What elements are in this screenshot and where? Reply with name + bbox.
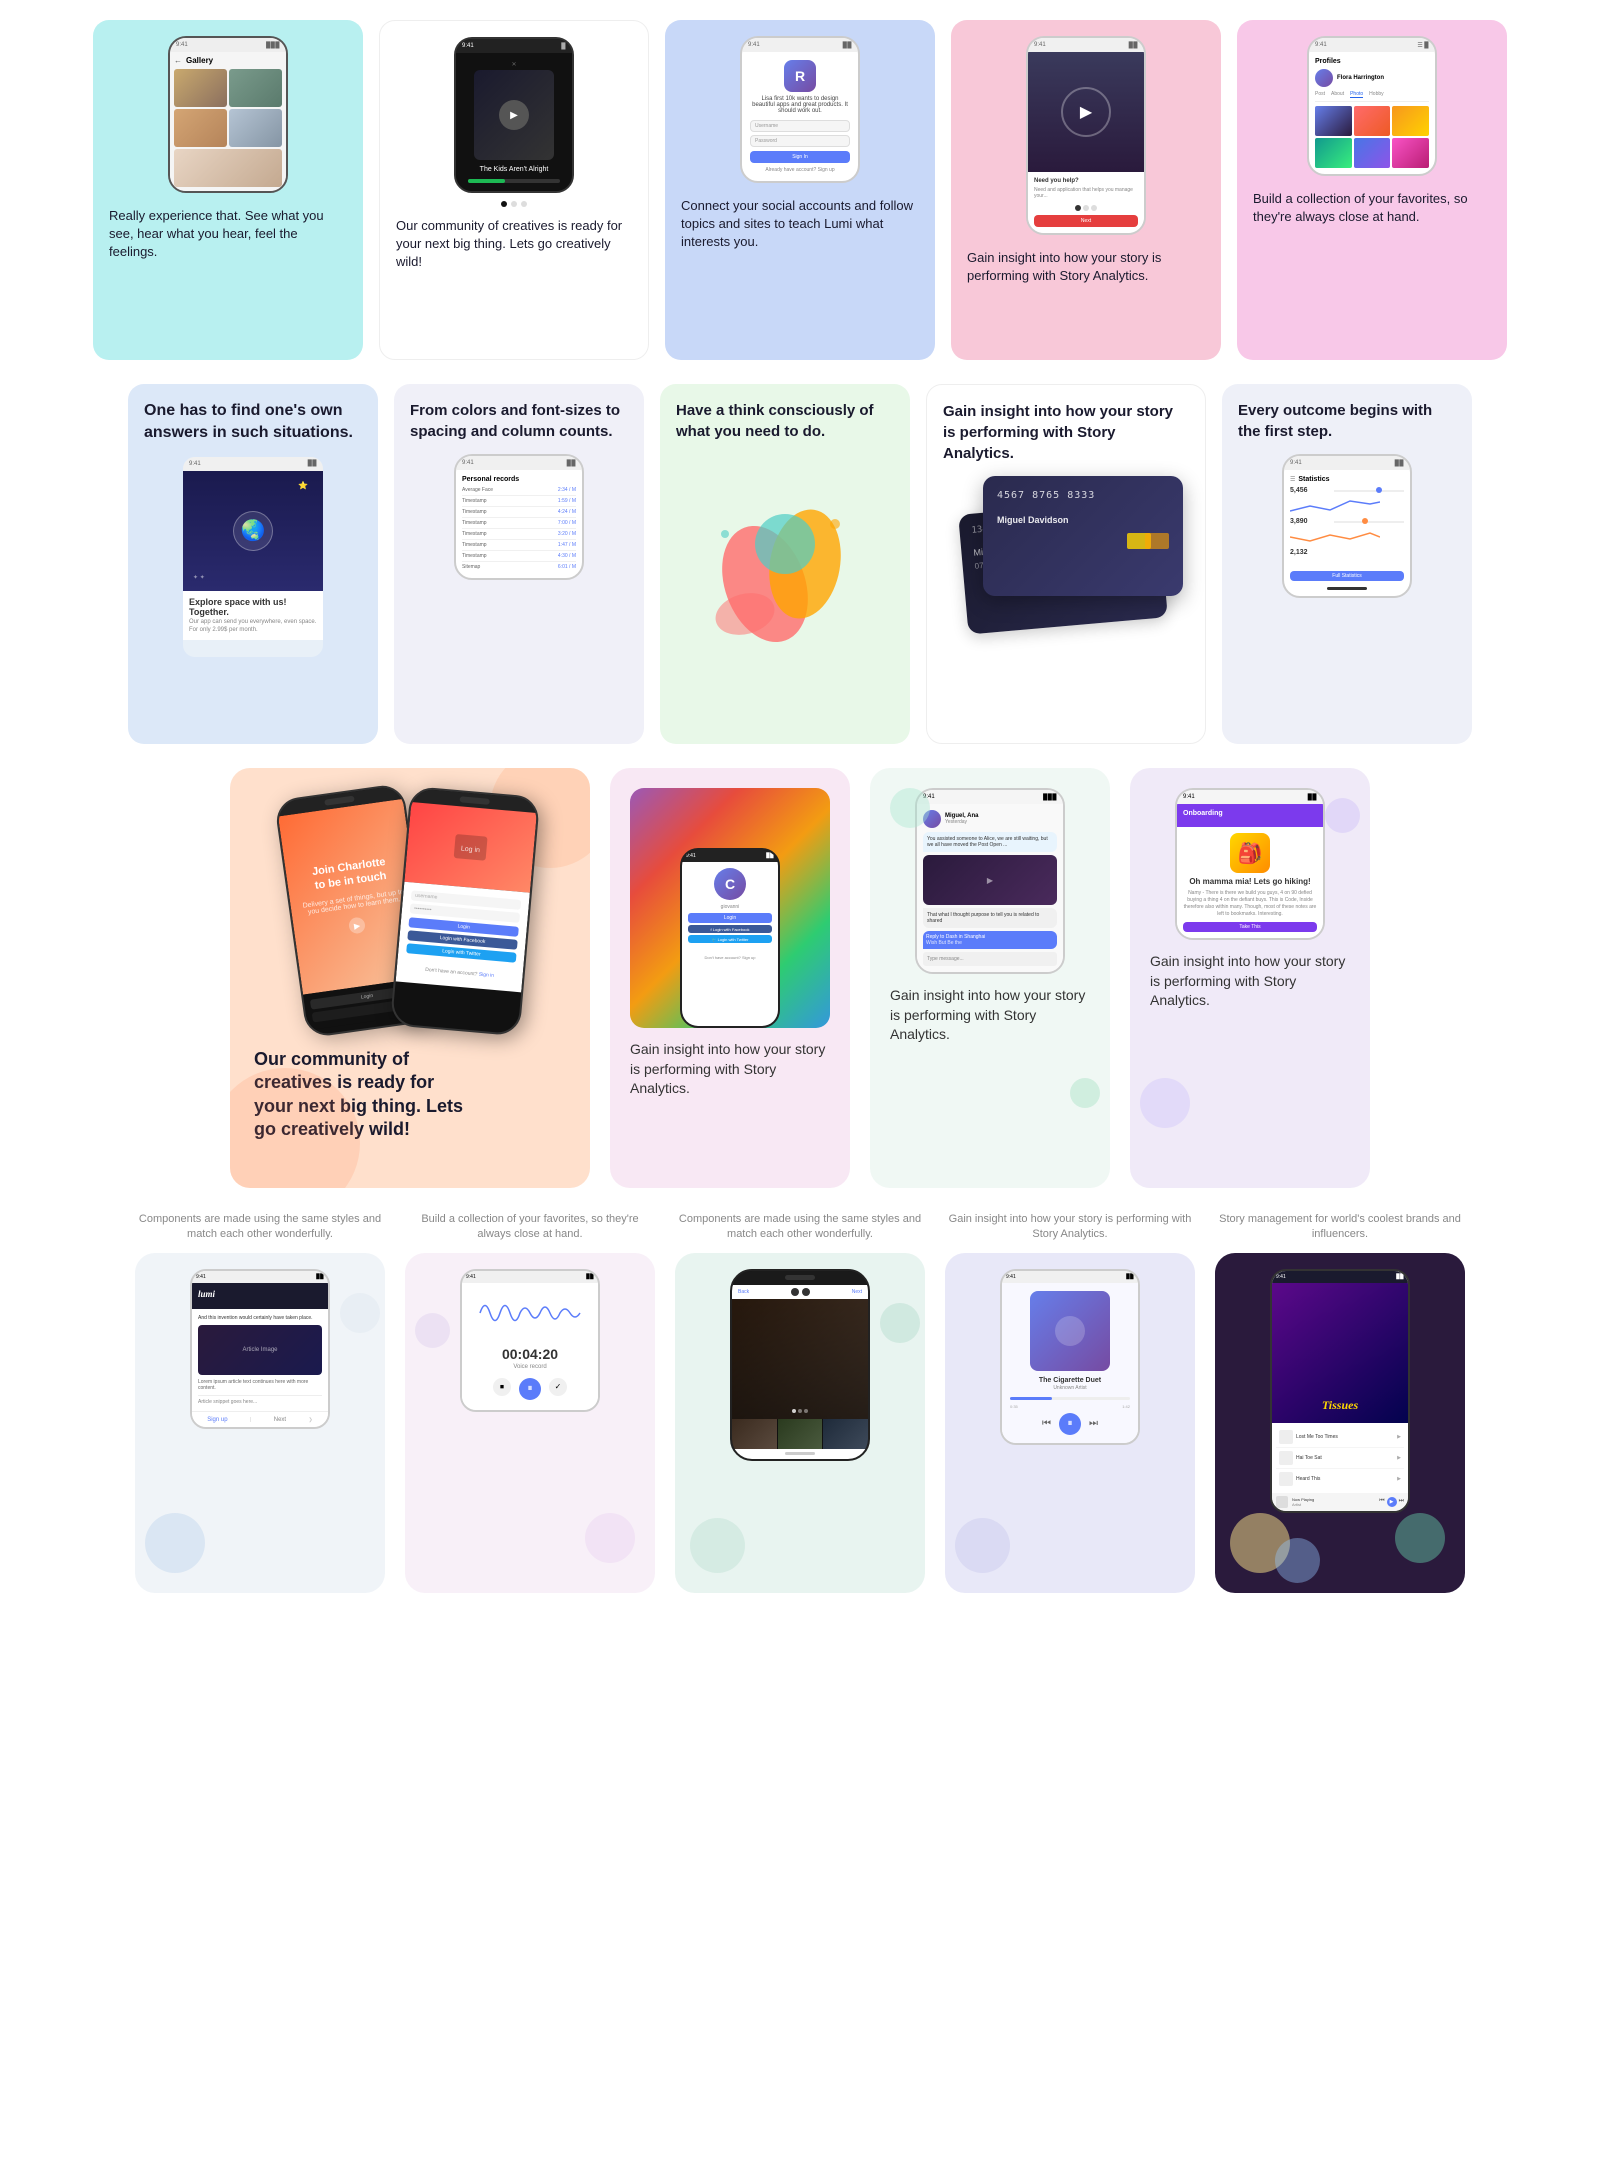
card-lumi: 9:41▉▉ lumi And this invention would cer… (135, 1253, 385, 1593)
lumi-bottom-text: And this invention would certainly have … (198, 1315, 322, 1321)
page-wrapper: 9:41▉▉▉ ← Gallery Really ex (0, 0, 1600, 1637)
card-tissues-section-title: Story management for world's coolest bra… (1215, 1212, 1465, 1243)
back-nav[interactable]: Back (738, 1289, 749, 1295)
card-credit-title: Gain insight into how your story is perf… (943, 401, 1189, 464)
card-music-container: Gain insight into how your story is perf… (945, 1212, 1195, 1593)
card-onboarding-text: Gain insight into how your story is perf… (1150, 952, 1350, 1011)
space-illustration: 9:41▉▉ 🌏 ⭐ ✦ ✦ Explore space with us! To… (183, 457, 323, 657)
phone-music: 9:41▉▉ The Cigarette Duet Unknown Artist (1000, 1269, 1140, 1445)
phone-gallery: 9:41▉▉▉ ← Gallery (168, 36, 288, 193)
phone-analytics-1: 9:41▉▉ ▶ Need you help? Need and applica… (1026, 36, 1146, 235)
password-label: Password (755, 138, 777, 144)
phone-profile: 9:41☰ ▉ Profiles Flora Harrington Post A… (1307, 36, 1437, 176)
card-lumi-section-title: Components are made using the same style… (135, 1212, 385, 1243)
chat-date: Yesterday (945, 819, 978, 825)
card-analytics-1-text: Gain insight into how your story is perf… (967, 249, 1205, 285)
card-music-section-title: Gain insight into how your story is perf… (945, 1212, 1195, 1243)
card-gallery-text: Really experience that. See what you see… (109, 207, 347, 262)
phone-photo: Back Next (730, 1269, 870, 1461)
card-chat: 9:41▉▉▉ Miguel, Ana Yesterday You assist… (870, 768, 1110, 1188)
two-phones: Join Charlotteto be in touch Delivery a … (254, 792, 566, 1032)
timer-label: Voice record (472, 1364, 588, 1370)
signin-link[interactable]: Sign in (479, 972, 495, 979)
card-onboarding: 9:41▉▉ Onboarding 🎒 Oh mamma mia! Lets g… (1130, 768, 1370, 1188)
card-photo-container: Components are made using the same style… (675, 1212, 925, 1593)
phone-records: 9:41▉▉ Personal records Average Face2:34… (454, 454, 584, 580)
card-analytics-1: 9:41▉▉ ▶ Need you help? Need and applica… (951, 20, 1221, 360)
card-stats-title: Every outcome begins with the first step… (1238, 400, 1456, 442)
card-photo-section-title: Components are made using the same style… (675, 1212, 925, 1243)
abstract-illustration (676, 454, 894, 674)
card-records-title: From colors and font-sizes to spacing an… (410, 400, 628, 442)
phone-replica: 9:41▉ ✕ ▶ The Kids Aren't Alright (454, 37, 574, 193)
row-1: 9:41▉▉▉ ← Gallery Really ex (60, 20, 1540, 360)
card-music: 9:41▉▉ The Cigarette Duet Unknown Artist (945, 1253, 1195, 1593)
phone-lumi: 9:41▉▉ lumi And this invention would cer… (190, 1269, 330, 1430)
card-number-front: 4567 8765 8333 (983, 476, 1183, 515)
next-nav[interactable]: Next (852, 1289, 862, 1295)
signin-label[interactable]: Sign In (792, 154, 808, 160)
song-title-mock: The Kids Aren't Alright (464, 166, 564, 173)
card-records: From colors and font-sizes to spacing an… (394, 384, 644, 744)
card-chat-text: Gain insight into how your story is perf… (890, 986, 1090, 1045)
card-gallery: 9:41▉▉▉ ← Gallery Really ex (93, 20, 363, 360)
records-screen-title: Personal records (462, 476, 576, 483)
credit-card-display: 134 4567 8765 8333 Miguel Davidson 07/17… (943, 476, 1189, 676)
row-2: One has to find one's own answers in suc… (60, 384, 1540, 744)
card-charlotte: Join Charlotteto be in touch Delivery a … (230, 768, 590, 1188)
colorful-bg: 9:41▉▉ C giovanni Login f Login with Fac… (630, 788, 830, 1028)
card-photo: Back Next (675, 1253, 925, 1593)
card-voice: 9:41▉▉ 00:04:20 Voice record ⏹ (405, 1253, 655, 1593)
card-profile: 9:41☰ ▉ Profiles Flora Harrington Post A… (1237, 20, 1507, 360)
card-story-analytics-1-text: Gain insight into how your story is perf… (630, 1040, 830, 1099)
onboarding-title: Onboarding (1183, 810, 1317, 817)
card-replica-text: Our community of creatives is ready for … (396, 217, 632, 272)
card-credit: Gain insight into how your story is perf… (926, 384, 1206, 744)
next-btn[interactable]: Next (1081, 218, 1091, 224)
phone-voice: 9:41▉▉ 00:04:20 Voice record ⏹ (460, 1269, 600, 1412)
card-voice-container: Build a collection of your favorites, so… (405, 1212, 655, 1593)
row-3: Join Charlotteto be in touch Delivery a … (60, 768, 1540, 1188)
tissues-app-name: Tissues (1286, 1398, 1395, 1413)
phone-stats: 9:41▉▉ ☰ Statistics 5,456 (1282, 454, 1412, 598)
lumi-title: lumi (198, 1289, 322, 1299)
card-stats: Every outcome begins with the first step… (1222, 384, 1472, 744)
username-label: Username (755, 123, 778, 129)
space-small-text: Our app can send you everywhere, even sp… (189, 619, 317, 635)
phone-onboarding: 9:41▉▉ Onboarding 🎒 Oh mamma mia! Lets g… (1175, 788, 1325, 940)
cardholder-front: Miguel Davidson (983, 515, 1183, 525)
help-text: Need you help? (1034, 178, 1138, 184)
timer-display: 00:04:20 (472, 1346, 588, 1362)
phone-tissues: 9:41▉▉ Tissues Lost Me Too (1270, 1269, 1410, 1513)
hiking-headline: Oh mamma mia! Lets go hiking! (1183, 877, 1317, 886)
card-login-text: Connect your social accounts and follow … (681, 197, 919, 252)
card-lumi-container: Components are made using the same style… (135, 1212, 385, 1593)
space-subtitle: Explore space with us! Together. (189, 597, 317, 617)
card-replica: 9:41▉ ✕ ▶ The Kids Aren't Alright (379, 20, 649, 360)
row-4: Components are made using the same style… (60, 1212, 1540, 1593)
login-label-left: Login (361, 993, 374, 1001)
profile-name: Flora Harrington (1337, 75, 1384, 81)
stats-screen-title: Statistics (1298, 476, 1329, 483)
card-space: One has to find one's own answers in suc… (128, 384, 378, 744)
song-title: The Cigarette Duet (1010, 1377, 1130, 1384)
card-space-title: One has to find one's own answers in suc… (144, 400, 362, 445)
fb-login-btn[interactable]: Login with Facebook (439, 935, 485, 945)
letter-r: R (795, 68, 805, 84)
card-voice-section-title: Build a collection of your favorites, so… (405, 1212, 655, 1243)
phone-login: 9:41▉▉ R Lisa first 10k wants to design … (740, 36, 860, 183)
card-profile-text: Build a collection of your favorites, so… (1253, 190, 1491, 226)
card-login: 9:41▉▉ R Lisa first 10k wants to design … (665, 20, 935, 360)
tw-login-btn[interactable]: Login with Twitter (442, 948, 481, 957)
full-stats-btn[interactable]: Full Statistics (1332, 573, 1361, 579)
card-story-analytics-1: 9:41▉▉ C giovanni Login f Login with Fac… (610, 768, 850, 1188)
card-tissues-container: Story management for world's coolest bra… (1215, 1212, 1465, 1593)
phone-chat: 9:41▉▉▉ Miguel, Ana Yesterday You assist… (915, 788, 1065, 974)
card-abstract-title: Have a think consciously of what you nee… (676, 400, 894, 442)
card-tissues: 9:41▉▉ Tissues Lost Me Too (1215, 1253, 1465, 1593)
card-abstract: Have a think consciously of what you nee… (660, 384, 910, 744)
login-btn[interactable]: Login (457, 924, 470, 931)
